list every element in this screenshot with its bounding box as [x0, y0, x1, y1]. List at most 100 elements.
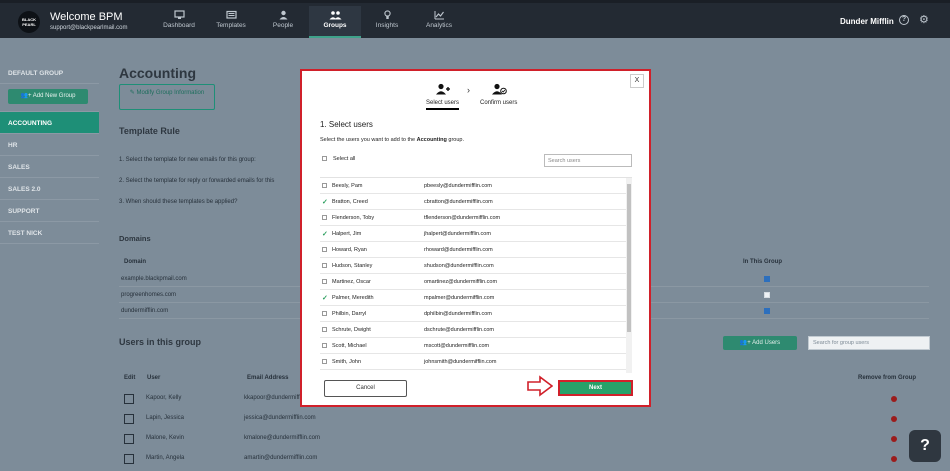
- list-item[interactable]: Schrute, Dwight dschrute@dundermifflin.co…: [320, 322, 632, 338]
- arrow-right-icon: [527, 375, 553, 397]
- remove-icon[interactable]: [891, 416, 897, 422]
- check-icon[interactable]: ✓: [320, 230, 332, 238]
- edit-icon[interactable]: [124, 414, 134, 424]
- list-item[interactable]: Scott, Michael mscott@dundermifflin.com: [320, 338, 632, 354]
- help-button[interactable]: ?: [909, 430, 941, 462]
- list-item[interactable]: Philbin, Darryl dphilbin@dundermifflin.co…: [320, 306, 632, 322]
- remove-icon[interactable]: [891, 456, 897, 462]
- nav-label: Dashboard: [163, 22, 195, 29]
- sidebar-item-default-group[interactable]: DEFAULT GROUP: [0, 62, 99, 84]
- cancel-button[interactable]: Cancel: [324, 380, 407, 397]
- nav-templates[interactable]: Templates: [205, 6, 257, 38]
- user-name: Howard, Ryan: [332, 246, 367, 253]
- select-all-checkbox[interactable]: [322, 156, 327, 162]
- user-checkbox[interactable]: [320, 246, 332, 253]
- user-email: dschrute@dundermifflin.com: [424, 326, 494, 333]
- select-all[interactable]: Select all: [322, 156, 355, 162]
- list-item[interactable]: ✓ Bratton, Creed cbratton@dundermifflin.co…: [320, 194, 632, 210]
- user-email: cbratton@dundermifflin.com: [424, 198, 493, 205]
- domain-checkbox[interactable]: [764, 276, 770, 282]
- add-group-label: Add New Group: [32, 93, 76, 99]
- list-item[interactable]: Hudson, Stanley shudson@dundermifflin.com: [320, 258, 632, 274]
- sidebar: DEFAULT GROUP 👥+ Add New Group ACCOUNTIN…: [0, 62, 99, 244]
- domain-checkbox[interactable]: [764, 292, 770, 298]
- add-users-button[interactable]: 👥+ Add Users: [723, 336, 797, 350]
- list-scrollbar[interactable]: [626, 178, 632, 373]
- user-name: Philbin, Darryl: [332, 310, 367, 317]
- user-name: Flenderson, Toby: [332, 214, 375, 221]
- list-item[interactable]: ✓ Halpert, Jim jhalpert@dundermifflin.com: [320, 226, 632, 242]
- user-name: Beesly, Pam: [332, 182, 363, 189]
- rule-3: 3. When should these templates be applie…: [119, 199, 238, 205]
- search-users-input[interactable]: Search users: [544, 154, 632, 167]
- edit-icon[interactable]: [124, 434, 134, 444]
- step-confirm-users[interactable]: Confirm users: [480, 83, 517, 108]
- user-email: omartinez@dundermifflin.com: [424, 278, 498, 285]
- domain-column-header: Domain: [124, 259, 147, 265]
- user-email: dphilbin@dundermifflin.com: [424, 310, 492, 317]
- user-email: tflenderson@dundermifflin.com: [424, 214, 501, 221]
- remove-icon[interactable]: [891, 436, 897, 442]
- add-new-group-button[interactable]: 👥+ Add New Group: [8, 89, 88, 104]
- user-checkbox[interactable]: [320, 278, 332, 285]
- list-item[interactable]: ✓ Palmer, Meredith mpalmer@dundermifflin.c…: [320, 290, 632, 306]
- list-item[interactable]: Beesly, Pam pbeesly@dundermifflin.com: [320, 178, 632, 194]
- list-item[interactable]: Smith, John johnsmith@dundermifflin.com: [320, 354, 632, 370]
- step-label: Select users: [426, 100, 460, 110]
- domain-name: progreenhomes.com: [121, 292, 177, 298]
- step-select-users[interactable]: Select users: [426, 83, 460, 110]
- main-nav: Dashboard Templates People Groups Insigh…: [153, 6, 465, 38]
- edit-icon[interactable]: [124, 394, 134, 404]
- user-checkbox[interactable]: [320, 326, 332, 333]
- desc-prefix: Select the users you want to add to the: [320, 137, 416, 143]
- sidebar-item-accounting[interactable]: ACCOUNTING: [0, 112, 99, 134]
- modal-heading: 1. Select users: [320, 120, 373, 129]
- next-button[interactable]: Next: [558, 380, 633, 396]
- account-email: support@blackpearlmail.com: [50, 25, 128, 31]
- user-list: Beesly, Pam pbeesly@dundermifflin.com ✓ Br…: [320, 177, 632, 373]
- list-item[interactable]: Flenderson, Toby tflenderson@dundermiffli…: [320, 210, 632, 226]
- nav-insights[interactable]: Insights: [361, 6, 413, 38]
- user-checkbox[interactable]: [320, 358, 332, 365]
- domain-checkbox[interactable]: [764, 308, 770, 314]
- nav-groups[interactable]: Groups: [309, 6, 361, 38]
- user-name: Bratton, Creed: [332, 198, 368, 205]
- user-checkbox[interactable]: [320, 182, 332, 189]
- user-checkbox[interactable]: [320, 310, 332, 317]
- scrollbar-thumb[interactable]: [627, 184, 631, 332]
- user-checkbox[interactable]: [320, 214, 332, 221]
- user-name: Halpert, Jim: [332, 230, 362, 237]
- user-checkbox[interactable]: [320, 342, 332, 349]
- sidebar-item-sales[interactable]: SALES: [0, 156, 99, 178]
- user-column-header: User: [147, 375, 161, 381]
- logo[interactable]: BLACK PEARL: [18, 11, 40, 33]
- check-icon[interactable]: ✓: [320, 198, 332, 206]
- remove-icon[interactable]: [891, 396, 897, 402]
- nav-people[interactable]: People: [257, 6, 309, 38]
- nav-label: People: [272, 22, 294, 29]
- nav-analytics[interactable]: Analytics: [413, 6, 465, 38]
- sidebar-item-test-nick[interactable]: TEST NICK: [0, 222, 99, 244]
- sidebar-item-hr[interactable]: HR: [0, 134, 99, 156]
- check-icon[interactable]: ✓: [320, 294, 332, 302]
- groups-icon: [329, 11, 341, 20]
- close-button[interactable]: X: [630, 74, 644, 88]
- user-checkbox[interactable]: [320, 262, 332, 269]
- help-icon[interactable]: ?: [899, 15, 909, 25]
- nav-dashboard[interactable]: Dashboard: [153, 6, 205, 38]
- user-name: Martinez, Oscar: [332, 278, 371, 285]
- edit-icon[interactable]: [124, 454, 134, 464]
- user-email: mpalmer@dundermifflin.com: [424, 294, 495, 301]
- list-item[interactable]: Howard, Ryan rhoward@dundermifflin.com: [320, 242, 632, 258]
- user-name: Kapoor, Kelly: [146, 395, 182, 401]
- group-users-search[interactable]: Search for group users: [808, 336, 930, 350]
- step-arrow-icon: ›: [467, 85, 470, 95]
- user-name: Smith, John: [332, 358, 362, 365]
- sidebar-item-support[interactable]: SUPPORT: [0, 200, 99, 222]
- list-item[interactable]: Martinez, Oscar omartinez@dundermifflin.c…: [320, 274, 632, 290]
- company-name[interactable]: Dunder Mifflin: [840, 17, 894, 26]
- in-group-column-header: In This Group: [743, 259, 782, 265]
- gear-icon[interactable]: ⚙: [919, 15, 929, 26]
- sidebar-item-sales-2[interactable]: SALES 2.0: [0, 178, 99, 200]
- modify-group-button[interactable]: ✎ Modify Group Information: [119, 84, 215, 110]
